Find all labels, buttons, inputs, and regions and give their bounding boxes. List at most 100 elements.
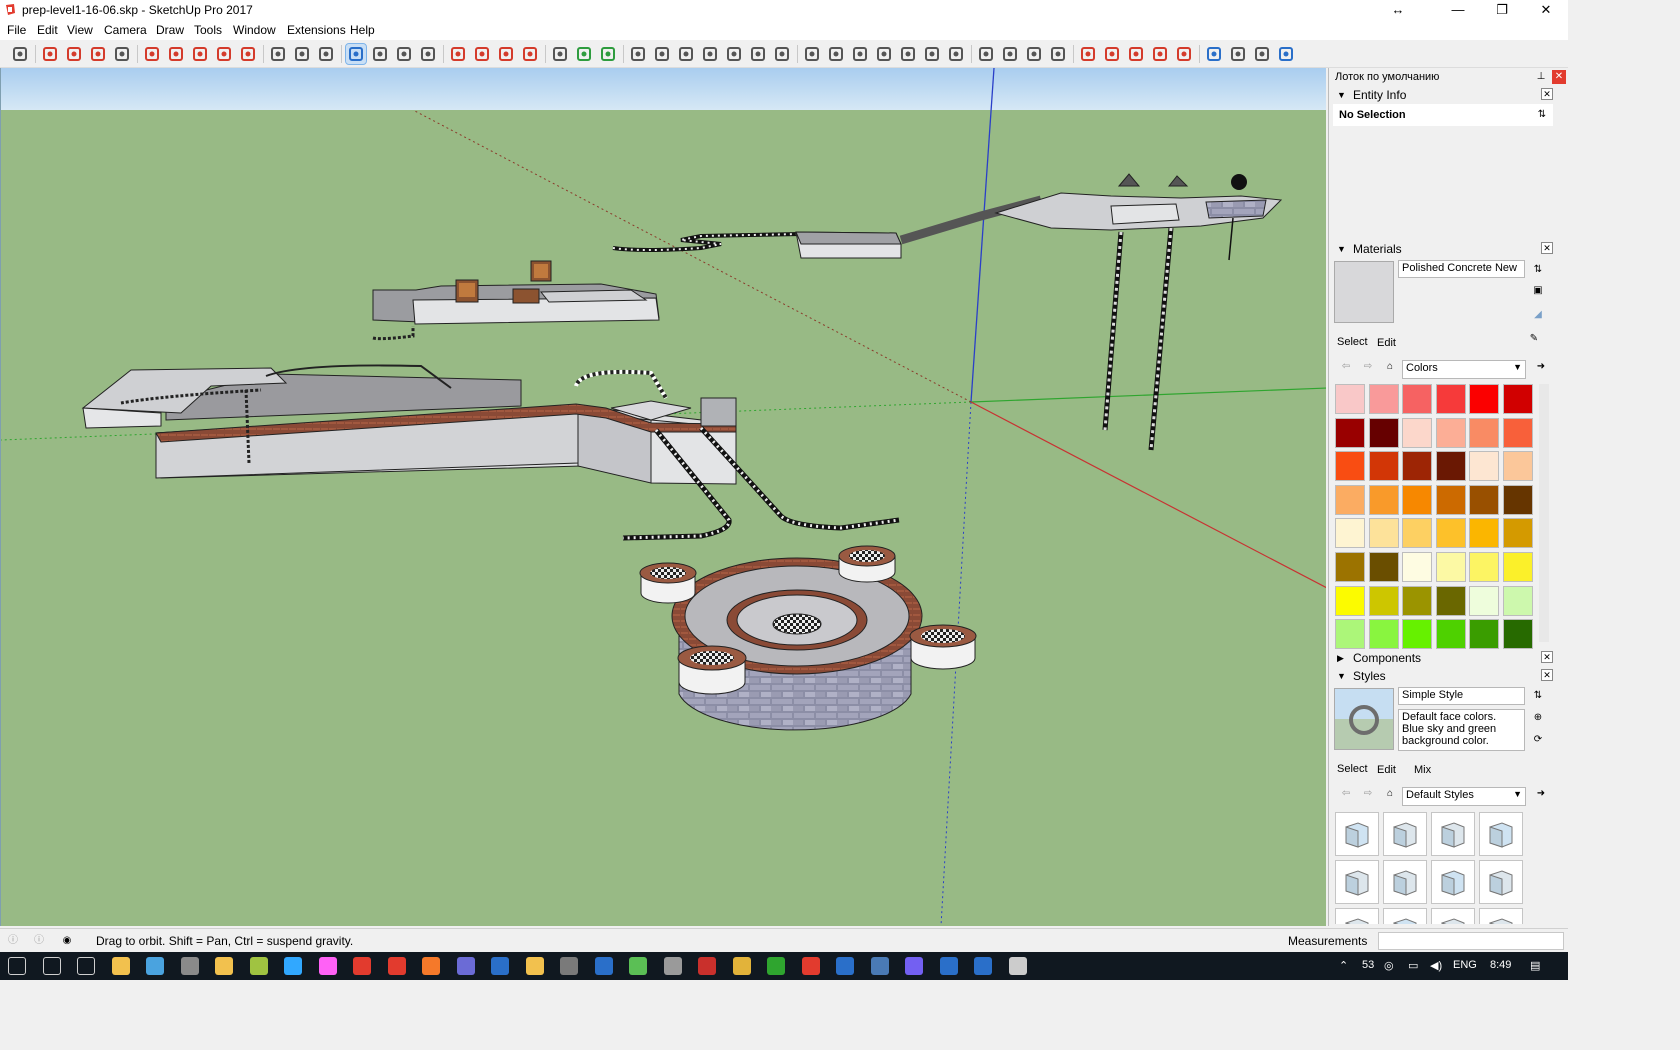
style-thumbnail[interactable] [1383,908,1427,924]
app-15-icon[interactable] [939,957,958,975]
close-icon[interactable]: ✕ [1541,669,1553,681]
materials-header[interactable]: ▼ Materials ✕ [1333,241,1553,257]
details-icon[interactable]: ⇅ [1531,263,1545,277]
credits-icon[interactable]: ⓘ [32,934,46,948]
style-thumbnail[interactable] [1431,860,1475,904]
color-swatch[interactable] [1402,518,1433,549]
menu-extensions[interactable]: Extensions [287,23,346,37]
app-5-icon[interactable] [456,957,475,975]
tape-measure-tool-icon[interactable] [268,44,288,64]
materials-tab-edit[interactable]: Edit [1377,337,1396,349]
notifications-icon[interactable]: ▤ [1530,959,1540,972]
style-description[interactable]: Default face colors. Blue sky and green … [1398,709,1525,751]
color-swatch[interactable] [1402,384,1433,414]
advanced-camera-icon[interactable] [1048,44,1068,64]
home-icon[interactable]: ⌂ [1383,787,1397,801]
style-thumbnail[interactable] [1431,812,1475,856]
back-arrow-icon[interactable]: ⇦ [1339,360,1353,374]
styles-xray-icon[interactable] [772,44,792,64]
back-arrow-icon[interactable]: ⇦ [1339,787,1353,801]
view-top-icon[interactable] [652,44,672,64]
style-thumbnail[interactable] [1383,812,1427,856]
styles-tab-select[interactable]: Select [1337,763,1368,775]
volume-icon[interactable]: ◀) [1430,959,1442,972]
style-thumbnail[interactable] [1479,860,1523,904]
pan-tool-icon[interactable] [370,44,390,64]
app-13-icon[interactable] [836,957,854,975]
create-style-icon[interactable]: ⊕ [1531,711,1545,725]
language-indicator[interactable]: ENG [1453,959,1477,971]
minimize-button[interactable]: — [1436,0,1480,20]
color-swatch[interactable] [1435,484,1466,515]
position-camera-icon[interactable] [1228,44,1248,64]
style-library-select[interactable]: Default Styles ▼ [1402,787,1526,806]
color-swatch[interactable] [1435,518,1466,549]
color-swatch[interactable] [1503,585,1533,616]
styles-monochrome-icon[interactable] [922,44,942,64]
create-material-icon[interactable]: ▣ [1531,284,1545,298]
view-left-icon[interactable] [748,44,768,64]
material-name-field[interactable]: Polished Concrete New [1398,260,1525,278]
style-thumbnail[interactable] [1431,908,1475,924]
color-swatch[interactable] [1368,417,1399,448]
color-swatch[interactable] [1469,518,1500,549]
send-to-layout-icon[interactable] [598,44,618,64]
app-14-icon[interactable] [870,957,889,975]
gmail-icon[interactable] [801,957,820,975]
details-arrow-icon[interactable]: ➜ [1534,360,1548,374]
update-style-icon[interactable]: ⟳ [1531,733,1545,747]
color-swatch[interactable] [1335,619,1365,650]
styles-textured-icon[interactable] [898,44,918,64]
model-viewport[interactable] [0,68,1326,926]
color-swatch[interactable] [1368,484,1399,515]
menu-edit[interactable]: Edit [37,23,58,37]
file-explorer-icon[interactable] [111,957,130,975]
color-swatch[interactable] [1469,619,1500,650]
guides-icon[interactable] [1102,44,1122,64]
materials-tab-select[interactable]: Select [1337,336,1368,348]
sample-paint-icon[interactable]: ✎ [1527,332,1541,346]
app-10-icon[interactable] [629,957,647,975]
look-around-icon[interactable] [1204,44,1224,64]
blender-icon[interactable] [422,957,440,975]
style-thumbnail[interactable] [1335,860,1379,904]
color-swatch[interactable] [1335,484,1365,515]
zoom-extents-tool-icon[interactable] [418,44,438,64]
filezilla-icon[interactable] [698,957,716,975]
material-library-select[interactable]: Colors ▼ [1402,360,1526,379]
sandbox-icon[interactable] [1024,44,1044,64]
style-preview[interactable] [1334,688,1394,750]
walk-icon[interactable] [1174,44,1194,64]
scene-canvas[interactable] [1,68,1326,926]
zoom-previous-icon[interactable] [1276,44,1296,64]
color-swatch[interactable] [1435,384,1466,414]
materials-scrollbar[interactable] [1539,384,1549,642]
scale-tool-icon[interactable] [238,44,258,64]
menu-camera[interactable]: Camera [104,23,147,37]
close-icon[interactable]: ✕ [1541,651,1553,663]
section-plane-icon[interactable] [550,44,570,64]
color-swatch[interactable] [1469,451,1500,482]
color-swatch[interactable] [1503,417,1533,448]
dimension-icon[interactable] [1126,44,1146,64]
color-swatch[interactable] [1335,451,1365,482]
eraser-tool-icon[interactable] [40,44,60,64]
close-button[interactable]: ✕ [1524,0,1568,20]
color-swatch[interactable] [1402,619,1433,650]
material-preview[interactable] [1334,261,1394,323]
color-swatch[interactable] [1335,518,1365,549]
sketchup-icon[interactable] [353,957,371,975]
app-4-icon[interactable] [249,957,268,975]
move-tool-icon[interactable] [190,44,210,64]
entity-info-header[interactable]: ▼ Entity Info ✕ [1333,87,1553,103]
select-tool-icon[interactable] [10,44,30,64]
styles-tab-mix[interactable]: Mix [1414,764,1431,776]
pin-icon[interactable]: ⊥ [1534,70,1548,84]
color-swatch[interactable] [1368,451,1399,482]
forward-arrow-icon[interactable]: ⇨ [1361,360,1375,374]
color-swatch[interactable] [1402,585,1433,616]
display-secondary-icon[interactable]: ◢ [1531,308,1545,322]
app-6-icon[interactable] [491,957,509,975]
axes-icon[interactable] [1078,44,1098,64]
viber-tray-icon[interactable]: ◎ [1384,959,1394,972]
